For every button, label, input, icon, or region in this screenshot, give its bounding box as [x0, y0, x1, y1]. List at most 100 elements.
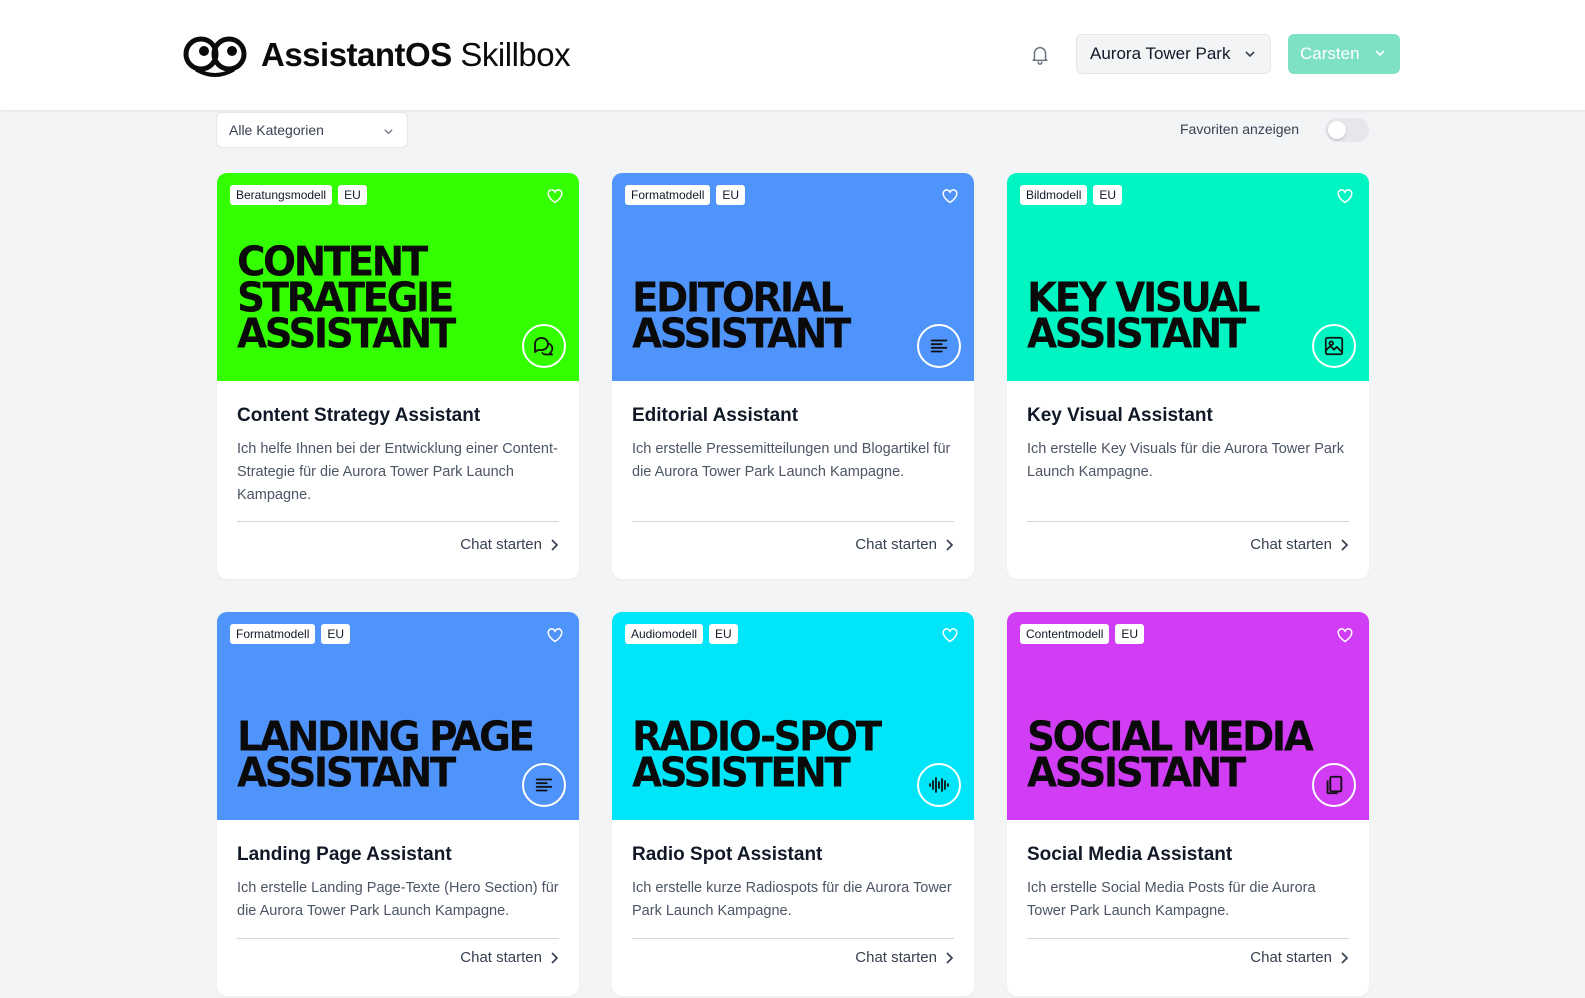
- card-title: Content Strategy Assistant: [237, 405, 481, 426]
- card-tags: Formatmodell EU: [230, 624, 351, 644]
- chat-start-button[interactable]: Chat starten: [855, 536, 954, 553]
- card-body: Editorial Assistant Ich erstelle Pressem…: [612, 381, 974, 579]
- card-body: Landing Page Assistant Ich erstelle Land…: [217, 820, 579, 996]
- region-tag: EU: [338, 185, 367, 205]
- model-tag: Bildmodell: [1020, 185, 1088, 205]
- app-name: AssistantOS Skillbox: [261, 35, 571, 73]
- favorite-heart-icon[interactable]: [1337, 189, 1353, 204]
- hero-title: CONTENT STRATEGIE ASSISTANT: [237, 242, 456, 359]
- card-hero: Audiomodell EU RADIO-SPOT ASSISTENT: [612, 612, 974, 820]
- assistant-card[interactable]: Formatmodell EU EDITORIAL ASSISTANT Edito…: [612, 173, 974, 579]
- chevron-right-icon: [946, 951, 954, 964]
- favorites-label: Favoriten anzeigen: [1180, 121, 1300, 137]
- hero-title: KEY VISUAL ASSISTANT: [1027, 278, 1261, 355]
- card-title: Landing Page Assistant: [237, 844, 452, 865]
- chat-start-button[interactable]: Chat starten: [460, 536, 559, 553]
- model-tag: Formatmodell: [230, 624, 316, 644]
- hero-title: EDITORIAL ASSISTANT: [632, 278, 851, 359]
- card-tags: Audiomodell EU: [625, 624, 738, 644]
- chevron-right-icon: [551, 951, 559, 964]
- region-tag: EU: [321, 624, 351, 644]
- hero-title-line: ASSISTENT: [632, 749, 851, 798]
- chat-start-button[interactable]: Chat starten: [1250, 949, 1349, 966]
- audio-wave-icon: [917, 763, 961, 807]
- hero-title: RADIO-SPOT ASSISTENT: [632, 717, 882, 798]
- hero-title-line: ASSISTANT: [237, 310, 456, 359]
- app-logo[interactable]: AssistantOS Skillbox: [183, 30, 571, 78]
- card-title: Editorial Assistant: [632, 405, 799, 426]
- card-description: Ich erstelle Landing Page-Texte (Hero Se…: [237, 880, 559, 919]
- model-tag: Formatmodell: [625, 185, 711, 205]
- card-divider: [237, 521, 559, 522]
- hero-title: LANDING PAGE ASSISTANT: [237, 717, 535, 798]
- chevron-right-icon: [1341, 951, 1349, 964]
- assistant-card[interactable]: Bildmodell EU KEY VISUAL ASSISTANT Key Vi…: [1007, 173, 1369, 579]
- copy-icon: [1312, 763, 1356, 807]
- hero-title-line: ASSISTANT: [237, 749, 456, 798]
- model-tag: Audiomodell: [625, 624, 704, 644]
- card-tags: Contentmodell EU: [1020, 624, 1145, 644]
- bell-icon[interactable]: [1029, 42, 1051, 66]
- card-description: Ich erstelle kurze Radiospots für die Au…: [632, 880, 952, 919]
- assistant-card[interactable]: Contentmodell EU SOCIAL MEDIA ASSISTANT S…: [1007, 612, 1369, 996]
- card-body: Radio Spot Assistant Ich erstelle kurze …: [612, 820, 974, 996]
- chevron-down-icon: [1245, 51, 1255, 58]
- card-hero: Beratungsmodell EU CONTENT STRATEGIE ASSIS…: [217, 173, 579, 381]
- chat-start-label: Chat starten: [460, 536, 542, 553]
- chevron-right-icon: [946, 538, 954, 551]
- chevron-down-icon: [1375, 50, 1385, 57]
- category-filter-select[interactable]: Alle Kategorien: [216, 112, 408, 148]
- user-menu-button[interactable]: Carsten: [1288, 34, 1400, 74]
- card-hero: Contentmodell EU SOCIAL MEDIA ASSISTANT: [1007, 612, 1369, 820]
- card-hero: Formatmodell EU LANDING PAGE ASSISTANT: [217, 612, 579, 820]
- card-title: Key Visual Assistant: [1027, 405, 1213, 426]
- eyes-logo-icon: [183, 36, 247, 77]
- card-divider: [1027, 938, 1349, 939]
- card-description: Ich helfe Ihnen bei der Entwicklung eine…: [237, 441, 558, 503]
- chat-start-button[interactable]: Chat starten: [855, 949, 954, 966]
- assistant-card[interactable]: Audiomodell EU RADIO-SPOT ASSISTENT Radio…: [612, 612, 974, 996]
- card-body: Content Strategy Assistant Ich helfe Ihn…: [217, 381, 579, 579]
- chat-start-label: Chat starten: [460, 949, 542, 966]
- card-body: Key Visual Assistant Ich erstelle Key Vi…: [1007, 381, 1369, 579]
- card-tags: Bildmodell EU: [1020, 185, 1123, 205]
- card-title: Social Media Assistant: [1027, 844, 1233, 865]
- text-lines-icon: [522, 763, 566, 807]
- card-hero: Formatmodell EU EDITORIAL ASSISTANT: [612, 173, 974, 381]
- project-select-label: Aurora Tower Park: [1090, 44, 1231, 63]
- assistant-card[interactable]: Formatmodell EU LANDING PAGE ASSISTANT La…: [217, 612, 579, 996]
- chat-bubbles-icon: [522, 324, 566, 368]
- model-tag: Contentmodell: [1020, 624, 1110, 644]
- chat-start-label: Chat starten: [855, 536, 937, 553]
- card-body: Social Media Assistant Ich erstelle Soci…: [1007, 820, 1369, 996]
- hero-title-line: ASSISTANT: [632, 310, 851, 359]
- card-hero: Bildmodell EU KEY VISUAL ASSISTANT: [1007, 173, 1369, 381]
- favorites-toggle[interactable]: [1325, 118, 1369, 142]
- chat-start-button[interactable]: Chat starten: [1250, 536, 1349, 553]
- chat-start-button[interactable]: Chat starten: [460, 949, 559, 966]
- favorite-heart-icon[interactable]: [547, 628, 563, 643]
- favorite-heart-icon[interactable]: [547, 189, 563, 204]
- assistant-card[interactable]: Beratungsmodell EU CONTENT STRATEGIE ASSIS…: [217, 173, 579, 579]
- top-header: AssistantOS Skillbox Aurora Tower Park C…: [0, 0, 1585, 110]
- favorite-heart-icon[interactable]: [942, 189, 958, 204]
- card-divider: [237, 938, 559, 939]
- card-tags: Formatmodell EU: [625, 185, 746, 205]
- region-tag: EU: [1115, 624, 1145, 644]
- card-description: Ich erstelle Pressemitteilungen und Blog…: [632, 441, 951, 480]
- text-lines-icon: [917, 324, 961, 368]
- chat-start-label: Chat starten: [1250, 949, 1332, 966]
- favorite-heart-icon[interactable]: [942, 628, 958, 643]
- project-select[interactable]: Aurora Tower Park: [1076, 34, 1271, 74]
- image-icon: [1312, 324, 1356, 368]
- category-filter-label: Alle Kategorien: [229, 122, 324, 138]
- card-title: Radio Spot Assistant: [632, 844, 823, 865]
- chat-start-label: Chat starten: [855, 949, 937, 966]
- region-tag: EU: [1093, 185, 1123, 205]
- favorite-heart-icon[interactable]: [1337, 628, 1353, 643]
- card-tags: Beratungsmodell EU: [230, 185, 367, 205]
- chevron-down-icon: [384, 129, 393, 135]
- card-divider: [632, 521, 954, 522]
- card-description: Ich erstelle Key Visuals für die Aurora …: [1027, 441, 1345, 480]
- card-description: Ich erstelle Social Media Posts für die …: [1027, 880, 1316, 919]
